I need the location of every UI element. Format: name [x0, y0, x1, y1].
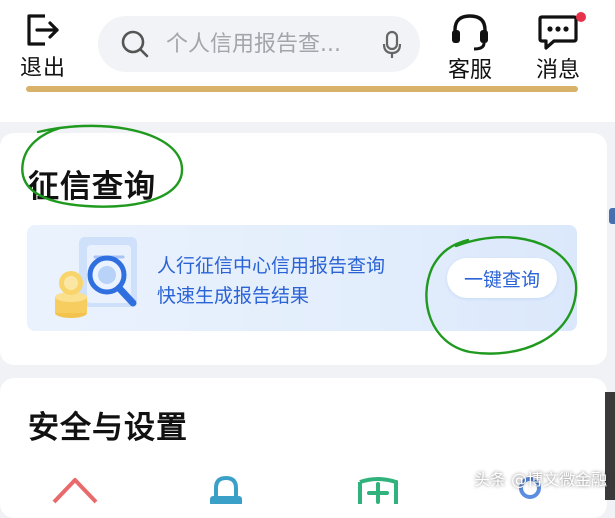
logout-button[interactable]: 退出 [14, 8, 72, 82]
security-section-title: 安全与设置 [28, 410, 188, 446]
one-click-query-button[interactable]: 一键查询 [447, 258, 557, 298]
document-magnifier-icon [55, 237, 137, 318]
search-icon [121, 30, 149, 58]
messages-button[interactable]: 消息 [526, 8, 590, 84]
customer-service-button[interactable]: 客服 [438, 8, 502, 84]
logout-label: 退出 [19, 56, 66, 81]
header-bar: 退出 客服 消息 [0, 0, 615, 122]
unread-badge [576, 12, 586, 22]
banner-line-1: 人行征信中心信用报告查询 [157, 255, 386, 277]
credit-query-card: 征信查询 人行征信中心信用报告查询 快速生成报告结果 一键查询 [0, 133, 607, 365]
messages-label: 消息 [535, 58, 580, 83]
search-bar[interactable] [98, 16, 420, 72]
logout-icon [27, 14, 59, 46]
edge-indicator [609, 208, 615, 224]
security-settings-card: 安全与设置 [0, 378, 607, 518]
credit-section-title: 征信查询 [28, 169, 156, 205]
headset-icon [452, 14, 488, 51]
watermark-text: 头条 @博文微金融 [474, 470, 608, 489]
banner-line-2: 快速生成报告结果 [157, 285, 310, 307]
message-icon [538, 15, 578, 50]
microphone-icon[interactable] [382, 30, 402, 60]
gold-divider [26, 86, 578, 92]
customer-service-label: 客服 [447, 58, 492, 83]
search-input[interactable] [164, 30, 378, 58]
credit-report-banner[interactable]: 人行征信中心信用报告查询 快速生成报告结果 一键查询 [27, 225, 577, 331]
